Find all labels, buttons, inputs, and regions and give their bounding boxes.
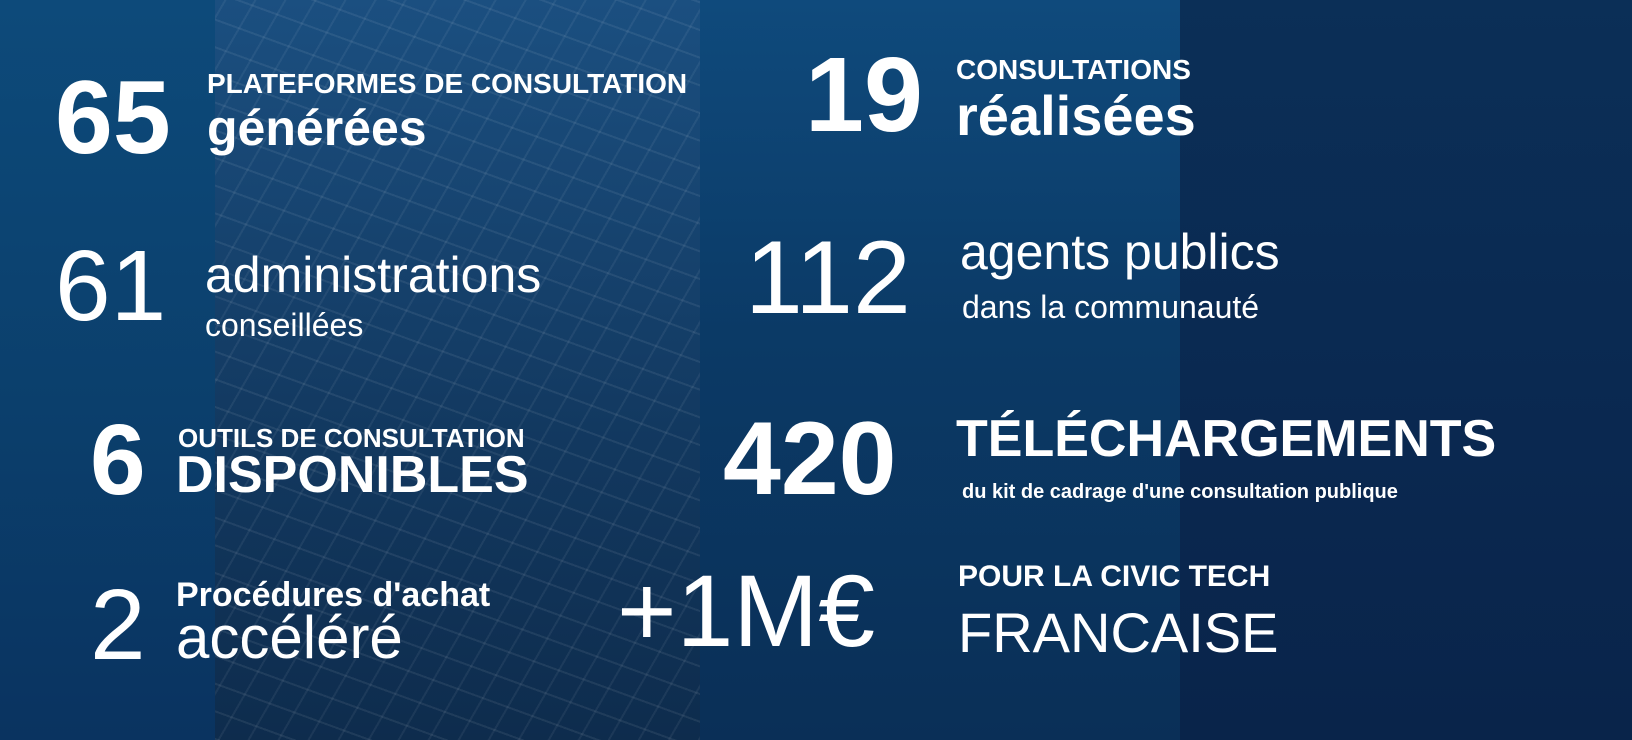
stat-label-line2: DISPONIBLES xyxy=(176,446,529,504)
stats-banner: 65 PLATEFORMES DE CONSULTATION générées … xyxy=(0,0,1632,740)
stat-number: 6 xyxy=(90,404,146,516)
stat-label-line2: dans la communauté xyxy=(962,289,1260,325)
stat-number: 112 xyxy=(745,220,911,336)
stat-label-line2: générées xyxy=(207,100,427,156)
stat-label-line2: du kit de cadrage d'une consultation pub… xyxy=(962,481,1398,503)
stat-label-line2: FRANCAISE xyxy=(958,601,1279,664)
stat-number: +1M€ xyxy=(617,554,875,668)
stat-number: 61 xyxy=(55,230,167,342)
stat-label-line2: conseillées xyxy=(205,307,364,343)
stat-label-line1: agents publics xyxy=(960,224,1280,280)
stat-number: 65 xyxy=(55,60,171,176)
stat-label-line2: accéléré xyxy=(176,604,403,671)
stat-number: 19 xyxy=(805,36,923,154)
stat-label-line1: CONSULTATIONS xyxy=(956,54,1191,85)
stat-label-line2: réalisées xyxy=(956,84,1196,147)
stat-label-line1: TÉLÉCHARGEMENTS xyxy=(956,410,1497,468)
stat-label-line1: PLATEFORMES DE CONSULTATION xyxy=(207,68,688,99)
stat-label-line1: POUR LA CIVIC TECH xyxy=(958,560,1271,593)
stat-number: 2 xyxy=(90,569,146,681)
stat-number: 420 xyxy=(723,401,897,517)
stat-label-line1: administrations xyxy=(205,247,542,303)
